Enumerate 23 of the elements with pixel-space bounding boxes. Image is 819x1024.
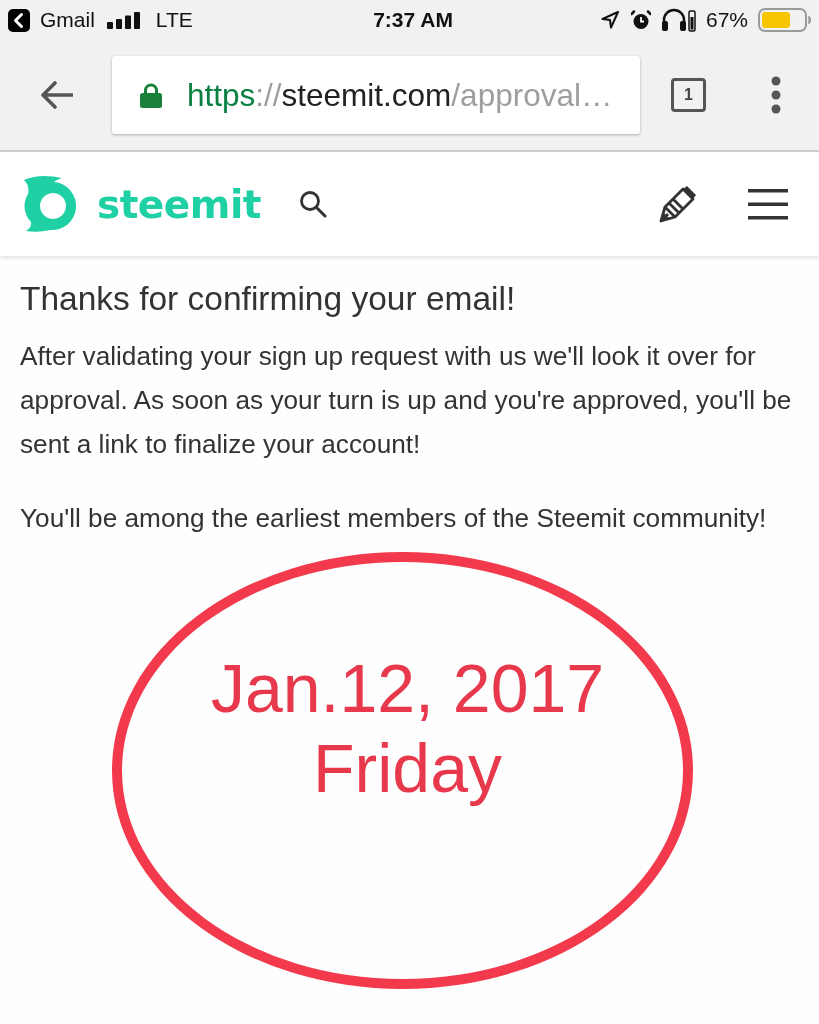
battery-icon: [758, 8, 812, 32]
alarm-clock-icon: [630, 9, 651, 31]
body-paragraph: You'll be among the earliest members of the Steemit community!: [20, 502, 768, 535]
annotation-text: Jan.12, 2017: [210, 649, 605, 728]
back-arrow-icon[interactable]: [40, 80, 73, 110]
more-options-icon[interactable]: [771, 76, 781, 114]
back-to-app-label[interactable]: Gmail: [40, 8, 95, 32]
tab-count-button[interactable]: 1: [671, 78, 706, 112]
url-text: https://steemit.com/approval…: [187, 77, 613, 113]
back-chevron-icon[interactable]: [8, 8, 30, 32]
headphones-icon: [660, 8, 696, 32]
search-icon[interactable]: [298, 190, 327, 218]
address-bar[interactable]: https://steemit.com/approval…: [112, 56, 640, 134]
annotation-text: Friday: [313, 729, 502, 808]
pencil-icon[interactable]: [659, 185, 697, 223]
battery-percent: 67%: [705, 8, 748, 32]
body-paragraph: After validating your sign up request with us we'll look it over for approval. As soon as your turn is up and you're approved, you'll be sent a link to finalize your account!: [20, 340, 793, 461]
menu-icon[interactable]: [748, 187, 788, 221]
page-title: Thanks for confirming your email!: [20, 279, 517, 319]
status-time: 7:37 AM: [372, 8, 453, 32]
signal-bars-icon: [106, 11, 141, 29]
network-type-label: LTE: [155, 8, 193, 32]
location-arrow-icon: [600, 11, 619, 29]
